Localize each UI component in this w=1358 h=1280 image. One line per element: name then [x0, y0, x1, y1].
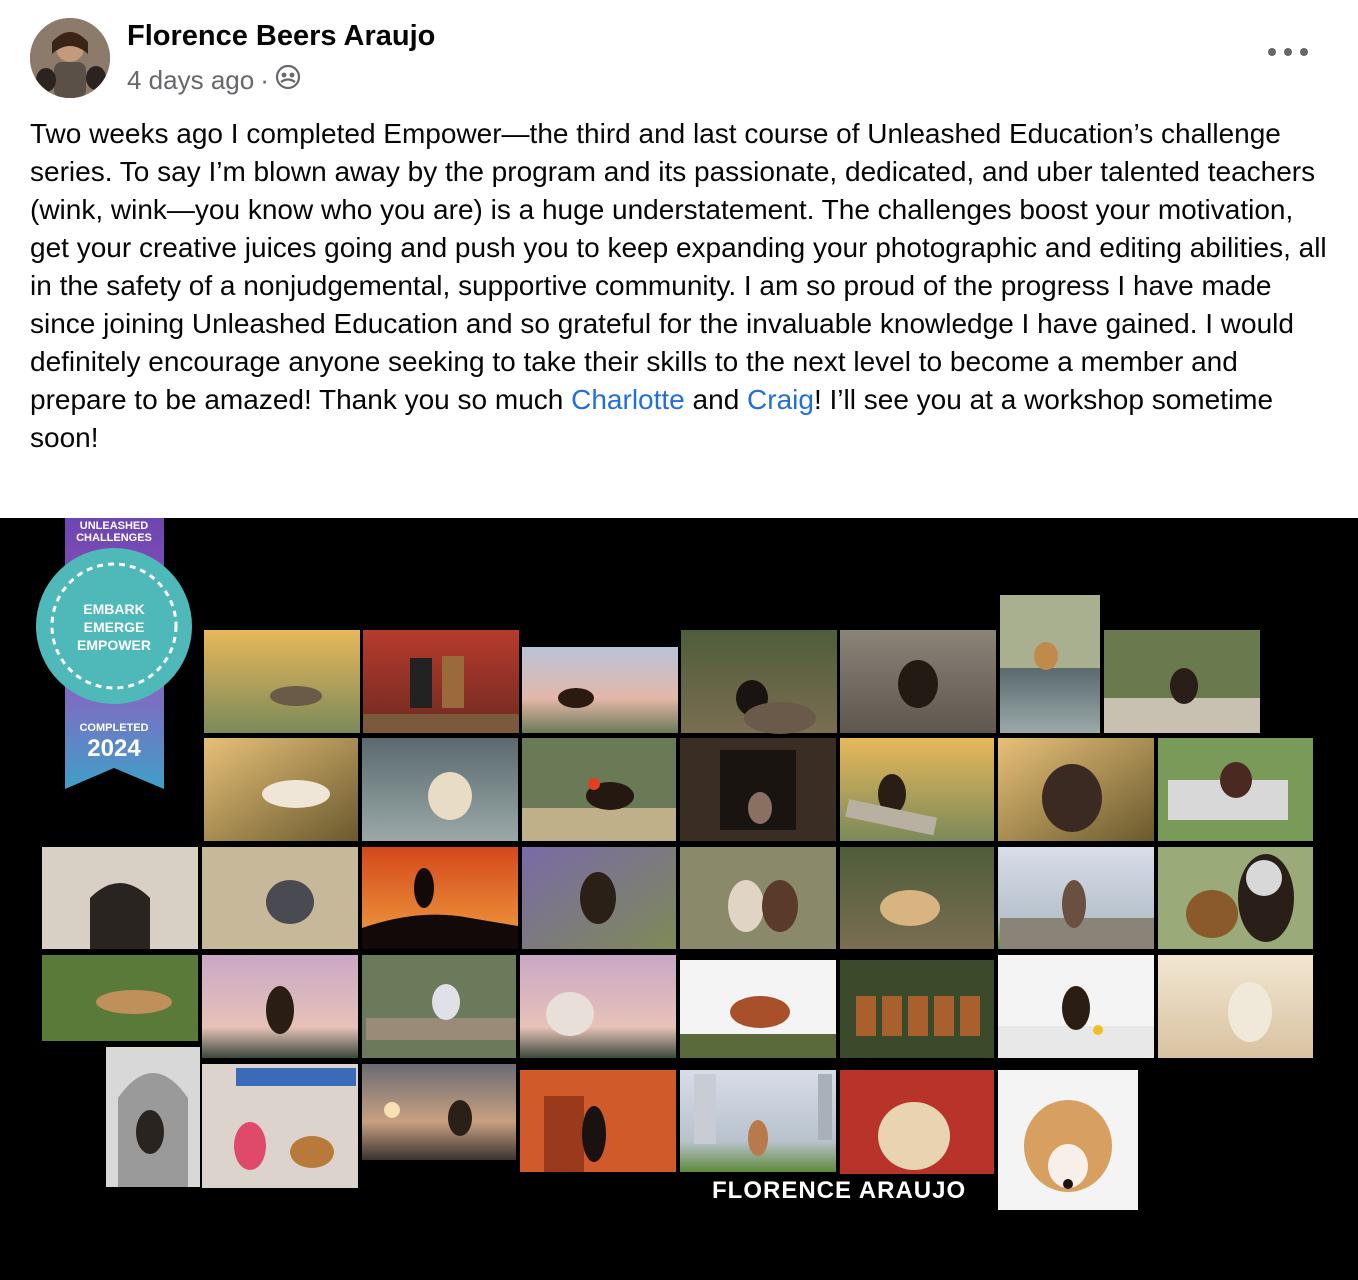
dog-photo — [106, 1047, 200, 1187]
author-avatar[interactable] — [30, 18, 110, 98]
dog-photo — [680, 738, 836, 841]
dog-photo — [520, 955, 676, 1058]
dog-photo — [522, 738, 676, 841]
more-options-icon[interactable] — [1268, 40, 1308, 64]
post-body: Two weeks ago I completed Empower—the th… — [30, 115, 1330, 457]
dog-photo — [362, 955, 516, 1058]
photo-grid-row4 — [42, 955, 1313, 1058]
dog-photo — [202, 955, 358, 1058]
dog-photo — [998, 1070, 1138, 1210]
dog-photo — [204, 738, 358, 841]
dog-photo — [1104, 630, 1260, 733]
dog-photo — [202, 1064, 358, 1188]
photo-grid — [204, 595, 1260, 734]
badge-line-empower: EMPOWER — [77, 637, 151, 653]
dog-photo — [1158, 955, 1313, 1058]
author-name[interactable]: Florence Beers Araujo — [127, 20, 435, 53]
completed-year: 2024 — [87, 735, 141, 762]
dog-photo — [520, 1070, 676, 1172]
post-text-part2: and — [684, 384, 748, 415]
dog-photo — [681, 630, 837, 734]
dog-photo — [362, 1064, 516, 1160]
dog-photo — [840, 960, 994, 1058]
dog-photo — [204, 630, 360, 733]
dog-photo — [362, 738, 518, 841]
post-image[interactable]: UNLEASHED CHALLENGES EMBARK EMERGE EMPOW… — [0, 518, 1358, 1280]
badge-line-embark: EMBARK — [83, 601, 144, 617]
group-icon — [275, 64, 301, 97]
ribbon-top-line2: CHALLENGES — [76, 532, 152, 544]
photographer-watermark: FLORENCE ARAUJO — [712, 1177, 967, 1204]
ribbon-top-line1: UNLEASHED — [80, 520, 149, 532]
post-text-part1: Two weeks ago I completed Empower—the th… — [30, 118, 1327, 415]
dog-photo — [998, 955, 1154, 1058]
post-meta: 4 days ago · — [127, 64, 301, 97]
dog-photo — [42, 847, 198, 949]
dog-photo — [840, 847, 994, 949]
dog-photo — [1158, 847, 1313, 949]
dog-photo — [362, 847, 518, 949]
dog-photo — [998, 738, 1154, 841]
challenge-badge: UNLEASHED CHALLENGES EMBARK EMERGE EMPOW… — [36, 518, 192, 789]
dog-photo — [680, 1070, 836, 1172]
dog-photo — [42, 955, 198, 1041]
mention-link-craig[interactable]: Craig — [747, 384, 814, 415]
photo-grid-row3 — [42, 847, 1313, 949]
completed-label: COMPLETED — [79, 722, 148, 734]
dog-photo — [522, 847, 676, 949]
dog-photo — [202, 847, 358, 949]
dog-photo — [998, 847, 1154, 949]
post-header: Florence Beers Araujo 4 days ago · — [0, 0, 1358, 110]
dog-photo — [680, 960, 836, 1058]
dog-photo — [680, 847, 836, 949]
photo-grid-row5 — [106, 1047, 1138, 1210]
dog-photo — [1158, 738, 1313, 841]
dog-photo — [522, 647, 678, 733]
mention-link-charlotte[interactable]: Charlotte — [571, 384, 685, 415]
photo-grid-row2 — [204, 738, 1313, 841]
badge-line-emerge: EMERGE — [84, 619, 145, 635]
dog-photo — [840, 738, 994, 841]
timestamp[interactable]: 4 days ago — [127, 65, 254, 96]
dog-photo — [363, 630, 519, 733]
dog-photo — [840, 630, 996, 733]
meta-separator: · — [260, 65, 269, 95]
dog-photo — [1000, 595, 1100, 733]
dog-photo — [840, 1070, 994, 1174]
